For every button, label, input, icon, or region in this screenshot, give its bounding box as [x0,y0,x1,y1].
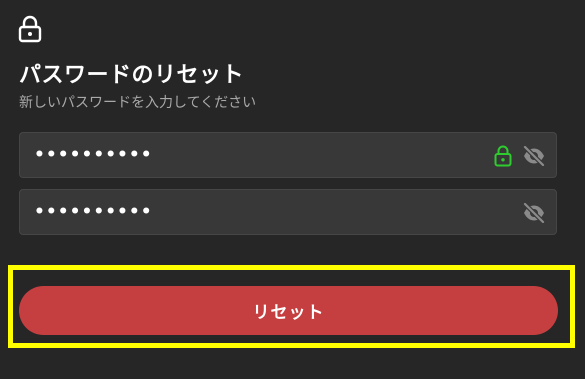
page-title: パスワードのリセット [19,63,245,88]
page-subtitle: 新しいパスワードを入力してください [19,95,257,111]
new-password-field[interactable] [19,132,557,178]
eye-slash-icon[interactable] [522,146,546,166]
confirm-password-field[interactable] [19,189,557,235]
confirm-password-input[interactable] [34,190,474,234]
new-password-input[interactable] [34,133,474,177]
eye-slash-icon[interactable] [522,203,546,223]
lock-icon [494,145,512,167]
lock-icon [18,15,42,43]
reset-button[interactable]: リセット [19,286,558,335]
